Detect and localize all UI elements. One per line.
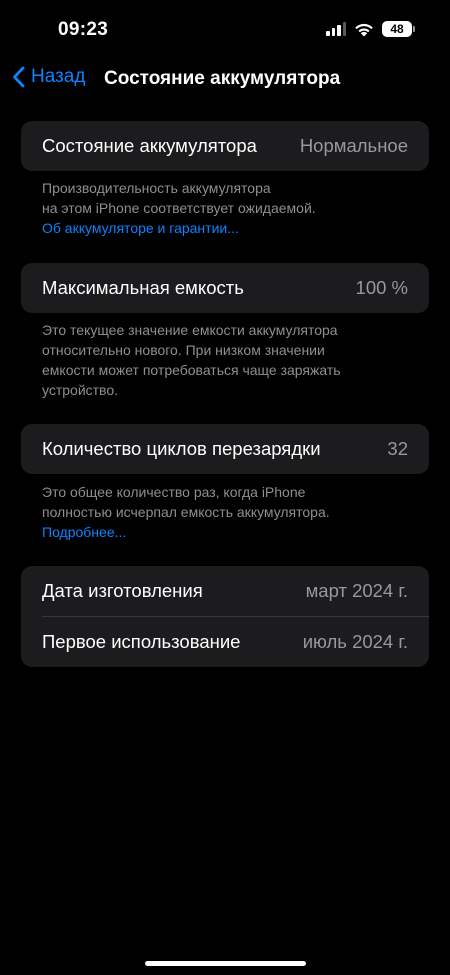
battery-health-footnote-line: Производительность аккумулятора (42, 180, 271, 196)
battery-level: 48 (390, 22, 404, 36)
max-capacity-footnote-line: емкости может потребоваться чаще заряжат… (42, 362, 341, 378)
cycle-count-value: 32 (387, 438, 408, 459)
first-use-row: Первое использование июль 2024 г. (21, 617, 429, 667)
cycle-count-footnote: Это общее количество раз, когда iPhone п… (42, 482, 412, 542)
battery-icon: 48 (382, 21, 415, 37)
manufacture-date-row: Дата изготовления март 2024 г. (21, 566, 429, 616)
dates-card: Дата изготовления март 2024 г. Первое ис… (21, 566, 429, 667)
signal-icon (326, 22, 346, 36)
max-capacity-card: Максимальная емкость 100 % (21, 263, 429, 313)
navigation-bar: Назад Состояние аккумулятора (0, 58, 450, 102)
learn-more-link[interactable]: Подробнее... (42, 522, 412, 542)
home-indicator[interactable] (145, 961, 306, 966)
max-capacity-footnote-line: устройство. (42, 382, 119, 398)
manufacture-date-label: Дата изготовления (42, 580, 203, 601)
first-use-value: июль 2024 г. (302, 631, 408, 652)
battery-health-footnote-line: на этом iPhone соответствует ожидаемой. (42, 200, 316, 216)
max-capacity-label: Максимальная емкость (42, 277, 244, 298)
battery-health-value: Нормальное (299, 135, 408, 156)
max-capacity-footnote: Это текущее значение емкости аккумулятор… (42, 320, 412, 400)
manufacture-date-value: март 2024 г. (305, 580, 408, 601)
cycle-count-card: Количество циклов перезарядки 32 (21, 424, 429, 474)
chevron-left-icon (13, 66, 25, 88)
max-capacity-value: 100 % (355, 277, 408, 298)
cycle-count-footnote-line: Это общее количество раз, когда iPhone (42, 484, 306, 500)
status-bar: 09:23 48 (0, 0, 450, 60)
back-button[interactable]: Назад (12, 66, 85, 88)
max-capacity-row: Максимальная емкость 100 % (21, 263, 429, 313)
first-use-label: Первое использование (42, 631, 241, 652)
battery-health-label: Состояние аккумулятора (42, 135, 257, 156)
max-capacity-footnote-line: Это текущее значение емкости аккумулятор… (42, 322, 338, 338)
battery-health-row: Состояние аккумулятора Нормальное (21, 121, 429, 171)
wifi-icon (355, 23, 373, 36)
battery-health-card: Состояние аккумулятора Нормальное (21, 121, 429, 171)
status-icons: 48 (326, 21, 415, 37)
cycle-count-footnote-line: полностью исчерпал емкость аккумулятора. (42, 504, 330, 520)
back-label: Назад (31, 66, 86, 87)
cycle-count-label: Количество циклов перезарядки (42, 438, 321, 459)
status-time: 09:23 (58, 19, 109, 40)
page-title: Состояние аккумулятора (104, 68, 341, 89)
battery-warranty-link[interactable]: Об аккумуляторе и гарантии... (42, 218, 412, 238)
max-capacity-footnote-line: относительно нового. При низком значении (42, 342, 325, 358)
cycle-count-row: Количество циклов перезарядки 32 (21, 424, 429, 474)
battery-health-footnote: Производительность аккумулятора на этом … (42, 178, 412, 238)
